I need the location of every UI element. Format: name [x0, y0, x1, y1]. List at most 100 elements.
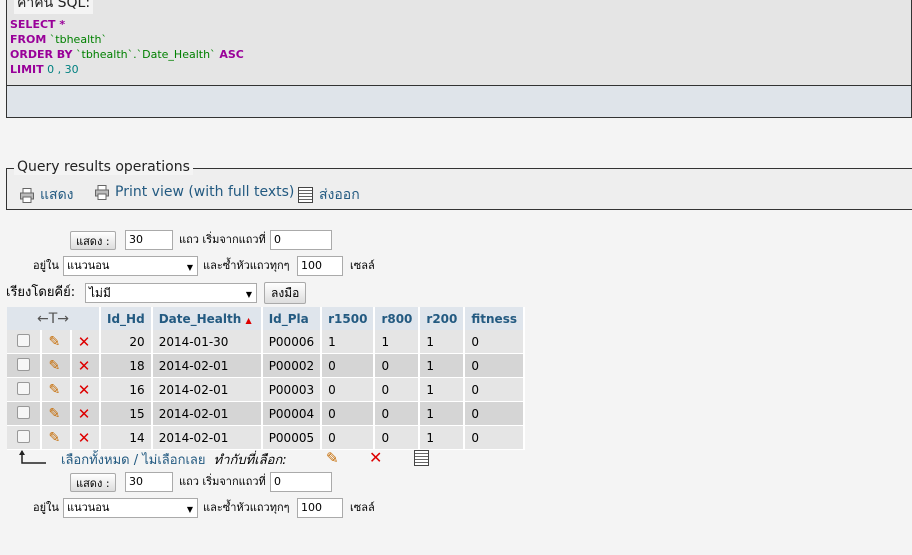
cell-date-health: 2014-02-01 — [151, 377, 263, 402]
mode-label: อยู่ใน — [33, 259, 59, 272]
cell-fitness: 0 — [464, 377, 525, 402]
go-button[interactable]: ลงมือ — [264, 282, 307, 304]
cells-label: เซลล์ — [350, 259, 375, 272]
column-header-r1500[interactable]: r1500 — [321, 307, 376, 330]
rows-count-input[interactable]: 30 — [125, 230, 173, 250]
print-icon — [20, 187, 34, 203]
with-selected-label: ทำกับที่เลือก: — [213, 453, 287, 468]
cell-fitness: 0 — [464, 353, 525, 378]
cell-r200: 1 — [419, 377, 466, 402]
cell-date-health: 2014-01-30 — [151, 330, 263, 354]
display-mode-select-bottom[interactable]: แนวนอน — [63, 498, 198, 518]
cell-id-pla: P00003 — [261, 377, 323, 402]
cell-date-health: 2014-02-01 — [151, 425, 263, 450]
delete-x-icon[interactable]: ✕ — [78, 405, 91, 423]
sort-by-key-label: เรียงโดยคีย์: — [6, 285, 76, 300]
row-checkbox[interactable] — [17, 333, 31, 347]
cell-r800: 0 — [374, 353, 421, 378]
print-view-link[interactable]: Print view (with full texts) — [95, 184, 294, 200]
table-row: ✎ ✕ 20 2014-01-30 P00006 1 1 1 0 — [7, 330, 525, 354]
export-icon — [298, 187, 313, 203]
show-link[interactable]: แสดง — [20, 184, 74, 206]
cell-id-hd: 18 — [100, 353, 153, 378]
column-header-fitness[interactable]: fitness — [464, 307, 525, 330]
delete-x-icon[interactable]: ✕ — [78, 333, 91, 351]
sort-key-select[interactable]: ไม่มี — [85, 283, 257, 303]
show-link-label: แสดง — [40, 187, 74, 203]
edit-pencil-icon[interactable]: ✎ — [48, 406, 60, 422]
bulk-actions: เลือกทั้งหมด / ไม่เลือกเลย ทำกับที่เลือก… — [61, 453, 287, 468]
cell-id-pla: P00005 — [261, 425, 323, 450]
export-link[interactable]: ส่งออก — [298, 184, 360, 206]
table-row: ✎ ✕ 15 2014-02-01 P00004 0 0 1 0 — [7, 401, 525, 426]
select-arrow-icon — [19, 449, 46, 464]
delete-x-icon[interactable]: ✕ — [78, 381, 91, 399]
unselect-all-link[interactable]: ไม่เลือกเลย — [142, 453, 205, 468]
column-header-r800[interactable]: r800 — [374, 307, 421, 330]
show-rows-button-bottom[interactable]: แสดง : — [70, 473, 116, 492]
cell-r1500: 0 — [321, 425, 376, 450]
repeat-headers-label: และซ้ำหัวแถวทุกๆ — [203, 259, 290, 272]
select-all-link[interactable]: เลือกทั้งหมด — [61, 453, 130, 468]
cell-id-pla: P00006 — [261, 330, 323, 354]
cell-id-hd: 20 — [100, 330, 153, 354]
table-row: ✎ ✕ 16 2014-02-01 P00003 0 0 1 0 — [7, 377, 525, 402]
table-header-row: ←T→ Id_Hd Date_Health ▲ Id_Pla r1500 r80… — [7, 307, 525, 330]
edit-pencil-icon[interactable]: ✎ — [48, 358, 60, 374]
repeat-headers-input-bottom[interactable]: 100 — [297, 498, 343, 518]
repeat-headers-input[interactable]: 100 — [297, 256, 343, 276]
table-row: ✎ ✕ 14 2014-02-01 P00005 0 0 1 0 — [7, 425, 525, 450]
sql-line: ORDER BY `tbhealth`.`Date_Health` ASC — [10, 48, 244, 61]
row-checkbox[interactable] — [17, 429, 31, 443]
show-rows-button[interactable]: แสดง : — [70, 231, 116, 250]
delete-x-icon[interactable]: ✕ — [78, 429, 91, 447]
column-resize-arrows[interactable]: ←T→ — [7, 307, 101, 330]
column-header-r200[interactable]: r200 — [419, 307, 466, 330]
column-header-id-pla[interactable]: Id_Pla — [261, 307, 323, 330]
sql-line: LIMIT 0 , 30 — [10, 63, 79, 76]
export-selected-icon[interactable] — [414, 450, 429, 466]
cell-id-pla: P00002 — [261, 353, 323, 378]
start-row-input-bottom[interactable]: 0 — [270, 472, 332, 492]
sql-panel-legend: คำค้น SQL: — [14, 0, 94, 14]
cell-r200: 1 — [419, 330, 466, 354]
start-row-input[interactable]: 0 — [270, 230, 332, 250]
cell-date-health: 2014-02-01 — [151, 401, 263, 426]
print-icon — [95, 184, 109, 200]
cell-id-hd: 14 — [100, 425, 153, 450]
edit-pencil-icon[interactable]: ✎ — [48, 430, 60, 446]
table-row: ✎ ✕ 18 2014-02-01 P00002 0 0 1 0 — [7, 353, 525, 378]
print-view-label: Print view (with full texts) — [115, 184, 295, 200]
cell-fitness: 0 — [464, 425, 525, 450]
cell-r1500: 0 — [321, 353, 376, 378]
column-header-date-health[interactable]: Date_Health ▲ — [151, 307, 263, 330]
display-mode-select[interactable]: แนวนอน — [63, 256, 198, 276]
row-checkbox[interactable] — [17, 381, 31, 395]
cell-r800: 0 — [374, 401, 421, 426]
cell-r200: 1 — [419, 353, 466, 378]
cell-r800: 1 — [374, 330, 421, 354]
edit-pencil-icon[interactable]: ✎ — [48, 334, 60, 350]
operations-legend: Query results operations — [14, 159, 193, 175]
column-header-id-hd[interactable]: Id_Hd — [100, 307, 153, 330]
cell-fitness: 0 — [464, 401, 525, 426]
cell-id-hd: 16 — [100, 377, 153, 402]
row-checkbox[interactable] — [17, 405, 31, 419]
delete-selected-icon[interactable]: ✕ — [369, 448, 382, 467]
delete-x-icon[interactable]: ✕ — [78, 357, 91, 375]
sql-line: FROM `tbhealth` — [10, 33, 107, 46]
cell-id-pla: P00004 — [261, 401, 323, 426]
rows-label: แถว เริ่มจากแถวที่ — [179, 233, 266, 246]
edit-selected-icon[interactable]: ✎ — [326, 449, 339, 467]
export-label: ส่งออก — [319, 187, 360, 203]
rows-count-input-bottom[interactable]: 30 — [125, 472, 173, 492]
mode-label-bottom: อยู่ใน — [33, 501, 59, 514]
sql-code: SELECT * FROM `tbhealth` ORDER BY `tbhea… — [10, 17, 244, 77]
cell-r1500: 0 — [321, 401, 376, 426]
sql-panel-toolbar — [6, 86, 912, 118]
sql-line: SELECT * — [10, 18, 66, 31]
row-checkbox[interactable] — [17, 357, 31, 371]
results-table: ←T→ Id_Hd Date_Health ▲ Id_Pla r1500 r80… — [7, 307, 525, 450]
sort-ascending-icon: ▲ — [245, 315, 252, 325]
edit-pencil-icon[interactable]: ✎ — [48, 382, 60, 398]
